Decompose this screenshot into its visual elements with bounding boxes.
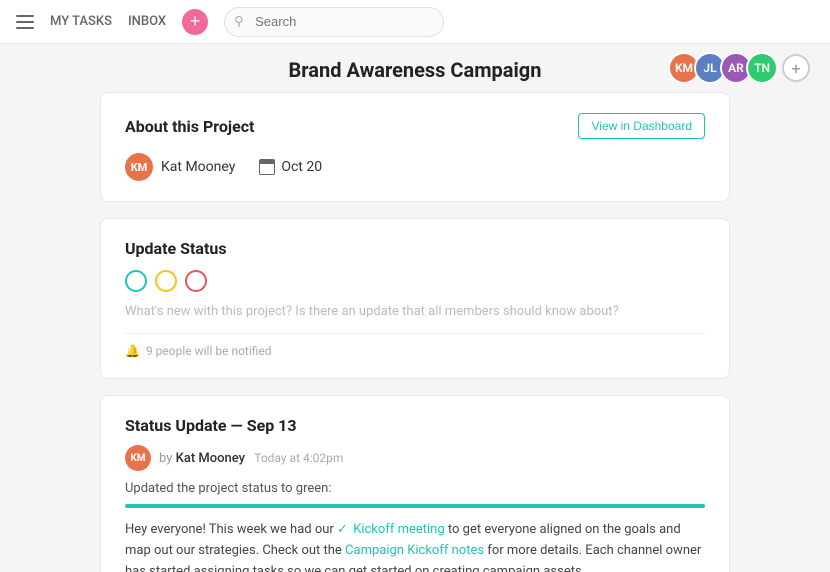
green-progress-bar [125, 504, 705, 508]
inbox-link[interactable]: INBOX [128, 14, 166, 29]
status-update-card: Status Update — Sep 13 KM by Kat Mooney … [100, 395, 730, 572]
about-date: Oct 20 [259, 159, 322, 175]
view-dashboard-button[interactable]: View in Dashboard [578, 113, 705, 139]
status-dots [125, 270, 705, 292]
page-title: Brand Awareness Campaign [289, 58, 542, 82]
add-button[interactable]: + [182, 9, 208, 35]
avatar-4[interactable]: TN [746, 52, 778, 84]
search-input[interactable] [224, 7, 444, 37]
top-nav: MY TASKS INBOX + ⚲ [0, 0, 830, 44]
about-header: About this Project View in Dashboard [125, 113, 705, 139]
main-content: About this Project View in Dashboard KM … [0, 92, 830, 572]
menu-icon[interactable] [16, 15, 34, 29]
author-row: KM by Kat Mooney Today at 4:02pm [125, 445, 705, 471]
bell-icon: 🔔 [125, 344, 140, 358]
about-title: About this Project [125, 117, 254, 136]
update-status-title: Update Status [125, 239, 705, 258]
status-dot-green[interactable] [125, 270, 147, 292]
by-label: by [159, 451, 172, 466]
status-dot-red[interactable] [185, 270, 207, 292]
update-time: Today at 4:02pm [254, 451, 343, 465]
search-icon: ⚲ [234, 14, 244, 29]
author-avatar: KM [125, 445, 151, 471]
kickoff-meeting-link[interactable]: Kickoff meeting [353, 522, 444, 537]
status-dot-yellow[interactable] [155, 270, 177, 292]
owner-avatar: KM [125, 153, 153, 181]
body-before: Hey everyone! This week we had our [125, 522, 334, 537]
about-project-card: About this Project View in Dashboard KM … [100, 92, 730, 202]
notify-text: 9 people will be notified [146, 344, 272, 358]
author-text: by Kat Mooney Today at 4:02pm [159, 451, 343, 466]
due-date: Oct 20 [281, 159, 322, 175]
campaign-notes-link[interactable]: Campaign Kickoff notes [345, 543, 484, 558]
status-line: Updated the project status to green: [125, 481, 705, 496]
avatar-group: KM JL AR TN + [668, 52, 810, 84]
status-update-title: Status Update — Sep 13 [125, 416, 705, 435]
page-header: Brand Awareness Campaign KM JL AR TN + [0, 44, 830, 92]
owner-name: Kat Mooney [161, 159, 235, 175]
about-owner: KM Kat Mooney [125, 153, 235, 181]
about-meta: KM Kat Mooney Oct 20 [125, 153, 705, 181]
author-name-val: Kat Mooney [176, 451, 245, 466]
update-body: Hey everyone! This week we had our ✓ Kic… [125, 520, 705, 572]
my-tasks-link[interactable]: MY TASKS [50, 14, 112, 29]
notify-row: 🔔 9 people will be notified [125, 333, 705, 358]
add-member-button[interactable]: + [782, 54, 810, 82]
status-placeholder: What's new with this project? Is there a… [125, 304, 705, 319]
calendar-icon [259, 159, 275, 175]
check-mark: ✓ [337, 522, 348, 537]
search-wrapper: ⚲ [224, 7, 564, 37]
update-status-card: Update Status What's new with this proje… [100, 218, 730, 379]
